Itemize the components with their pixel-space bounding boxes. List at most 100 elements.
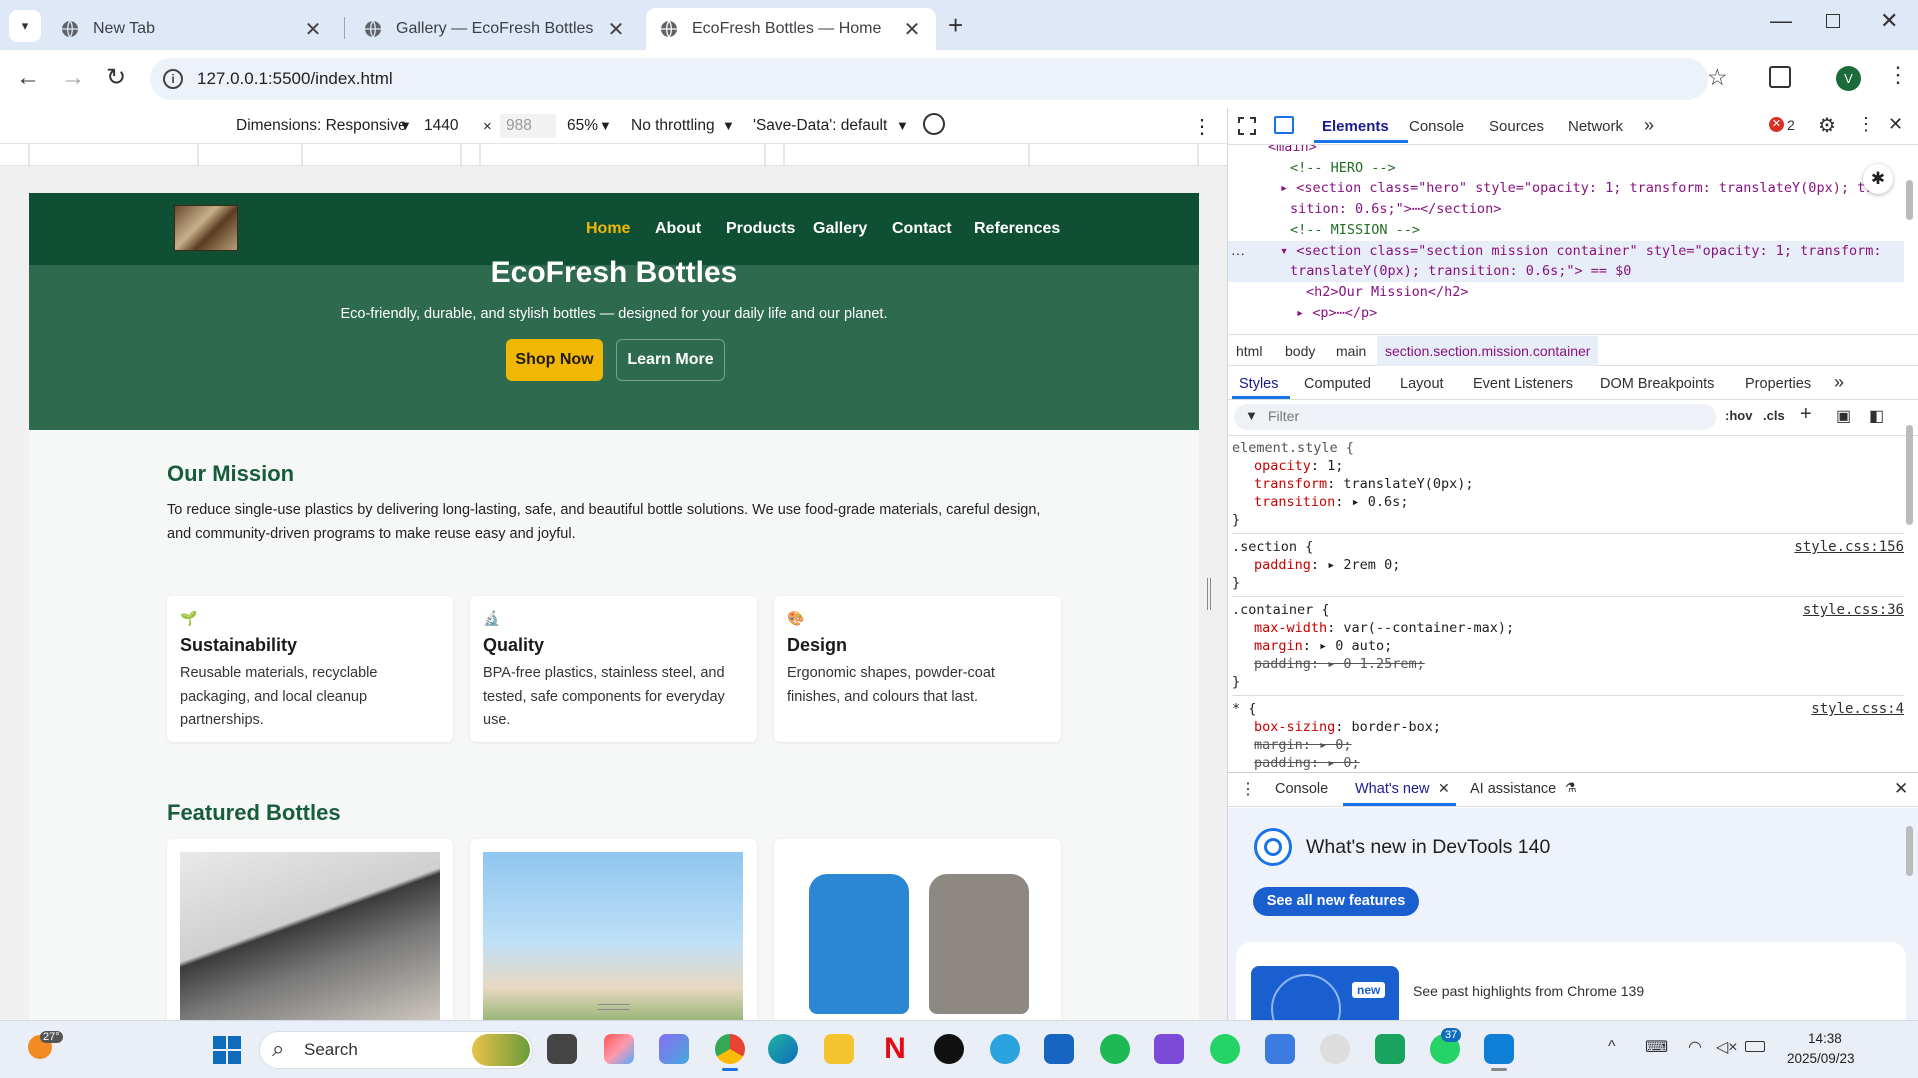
tab-properties[interactable]: Properties [1745,376,1811,392]
maximize-button[interactable] [1826,14,1840,28]
settings-gear-icon[interactable]: ⚙ [1818,113,1836,138]
tab-network[interactable]: Network [1568,118,1623,135]
nav-home[interactable]: Home [586,220,630,238]
more-tabs-icon[interactable]: » [1644,115,1654,136]
close-icon[interactable]: ✕ [902,17,922,42]
sidebar-toggle-icon[interactable]: ◧ [1869,406,1884,426]
tab-sources[interactable]: Sources [1489,118,1544,135]
weather-temp[interactable]: 27° [40,1031,63,1043]
scrollbar[interactable] [1906,425,1913,525]
dom-line[interactable]: ▸ <p>⋯</p> [1228,303,1904,324]
breadcrumb-body[interactable]: body [1285,343,1315,359]
height-input[interactable]: 988 [500,114,556,138]
tab-home[interactable]: EcoFresh Bottles — Home ✕ [646,8,936,50]
rule-section[interactable]: .section { style.css:156 padding: ▸ 2rem… [1232,534,1904,597]
see-all-features-button[interactable]: See all new features [1253,887,1419,916]
cls-toggle[interactable]: .cls [1763,408,1785,423]
tray-chevron-icon[interactable]: ^ [1608,1038,1616,1056]
rule-universal[interactable]: * { style.css:4 box-sizing: border-box; … [1232,696,1904,770]
close-window-button[interactable]: ✕ [1880,8,1898,34]
dom-line[interactable]: <h2>Our Mission</h2> [1228,282,1904,303]
volume-icon[interactable]: ◁× [1716,1037,1738,1057]
file-explorer-icon[interactable] [824,1034,854,1064]
copilot-icon[interactable] [604,1034,634,1064]
dom-line[interactable]: ▸ <section class="hero" style="opacity: … [1228,178,1904,199]
device-more-icon[interactable]: ⋮ [1192,114,1212,139]
scrollbar[interactable] [1906,180,1913,220]
tiktok-icon[interactable] [934,1034,964,1064]
tab-new-tab[interactable]: New Tab ✕ [47,8,337,50]
new-rule-icon[interactable]: + [1800,403,1812,426]
new-tab-button[interactable]: + [948,10,963,41]
close-icon[interactable]: ✕ [303,17,323,42]
dom-line[interactable]: sition: 0.6s;">⋯</section> [1228,199,1904,220]
past-highlights-text[interactable]: See past highlights from Chrome 139 [1413,983,1644,999]
breadcrumb-html[interactable]: html [1236,343,1262,359]
drawer-tab-console[interactable]: Console [1275,781,1328,797]
error-icon[interactable]: ✕ [1769,117,1784,132]
width-input[interactable]: 1440 [422,114,478,138]
chrome-icon[interactable] [715,1034,745,1064]
site-logo[interactable] [174,205,238,251]
bookmark-star-icon[interactable]: ☆ [1707,64,1728,91]
clock-time[interactable]: 14:38 [1808,1031,1842,1046]
store-icon[interactable] [1044,1034,1074,1064]
error-count[interactable]: 2 [1787,117,1795,133]
accessibility-icon[interactable]: ✱ [1863,164,1893,194]
drawer-tab-ai-assistance[interactable]: AI assistance [1470,781,1556,797]
resize-handle-right[interactable] [1207,578,1211,610]
tab-computed[interactable]: Computed [1304,376,1371,392]
dimensions-select[interactable]: Dimensions: Responsive [236,117,407,135]
tab-elements[interactable]: Elements [1322,118,1389,135]
app-icon[interactable] [659,1034,689,1064]
url-text[interactable]: 127.0.0.1:5500/index.html [197,69,393,89]
whatsapp-icon[interactable] [1210,1034,1240,1064]
tab-gallery[interactable]: Gallery — EcoFresh Bottles ✕ [350,8,640,50]
inspect-icon[interactable] [1238,117,1256,135]
netflix-icon[interactable]: N [880,1034,910,1064]
product-card[interactable] [470,839,757,1020]
tab-event-listeners[interactable]: Event Listeners [1473,376,1573,392]
rule-element-style[interactable]: element.style { opacity: 1; transform: t… [1232,437,1904,534]
more-tabs-icon[interactable]: » [1834,372,1844,393]
device-toggle-icon[interactable] [1274,116,1294,134]
close-icon[interactable]: ✕ [1888,114,1903,135]
tab-dom-breakpoints[interactable]: DOM Breakpoints [1600,376,1714,392]
tab-console[interactable]: Console [1409,118,1464,135]
save-data-select[interactable]: 'Save-Data': default [753,117,887,135]
visual-studio-icon[interactable] [1154,1034,1184,1064]
edge-icon[interactable] [768,1034,798,1064]
learn-more-button[interactable]: Learn More [616,339,725,381]
ellipsis-icon[interactable]: ··· [1231,245,1245,261]
breadcrumb-section[interactable]: section.section.mission.container [1377,336,1599,366]
drawer-tab-whats-new[interactable]: What's new [1355,781,1430,797]
app-icon[interactable] [1375,1034,1405,1064]
drawer-menu-icon[interactable]: ⋮ [1240,779,1256,799]
wifi-icon[interactable]: ◠ [1688,1037,1702,1057]
vscode-icon[interactable] [1484,1034,1514,1064]
extensions-icon[interactable] [1769,66,1791,88]
devtools-menu-icon[interactable]: ⋮ [1857,114,1875,135]
start-button[interactable] [213,1036,241,1064]
hov-toggle[interactable]: :hov [1725,408,1752,423]
nav-gallery[interactable]: Gallery [813,220,867,238]
forward-button[interactable]: → [61,64,85,92]
site-info-icon[interactable]: i [163,69,183,89]
dom-comment[interactable]: <!-- MISSION --> [1228,220,1904,241]
clock-date[interactable]: 2025/09/23 [1787,1051,1855,1066]
tab-layout[interactable]: Layout [1400,376,1444,392]
shop-now-button[interactable]: Shop Now [506,339,603,381]
nav-about[interactable]: About [655,220,701,238]
avatar[interactable]: V [1836,66,1861,91]
rule-container[interactable]: .container { style.css:36 max-width: var… [1232,597,1904,696]
close-icon[interactable]: ✕ [1438,780,1450,797]
dom-line[interactable]: <main> [1228,145,1904,158]
resize-handle-bottom[interactable] [598,1004,630,1010]
styles-filter-input[interactable] [1234,404,1716,430]
product-card[interactable] [774,839,1061,1020]
throttle-select[interactable]: No throttling [631,117,715,135]
tab-search-button[interactable]: ▾ [9,10,41,42]
app-icon[interactable] [1265,1034,1295,1064]
paint-icon[interactable]: ▣ [1836,406,1851,426]
scrollbar[interactable] [1906,826,1913,876]
